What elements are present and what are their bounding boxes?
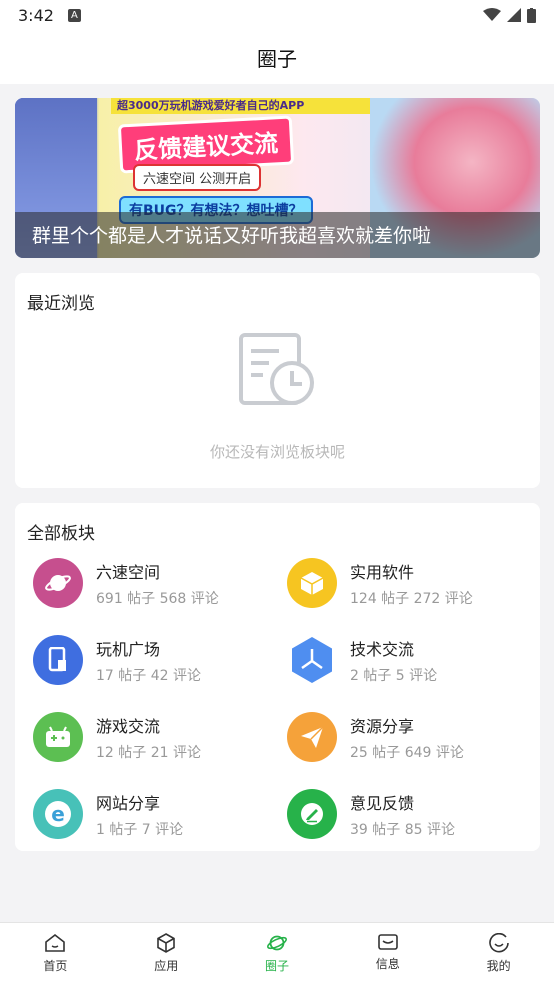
- status-time: 3:42: [18, 5, 54, 25]
- mail-icon: [377, 934, 398, 950]
- tab-home[interactable]: 首页: [0, 923, 111, 984]
- tab-label: 圈子: [264, 959, 289, 973]
- banner[interactable]: 超3000万玩机游戏爱好者自己的APP 反馈建议交流 六速空间 公测开启 有BU…: [15, 98, 540, 258]
- feedback-icon: [287, 789, 337, 839]
- tab-label: 我的: [486, 959, 511, 973]
- empty-history-icon: [239, 333, 314, 405]
- tab-mine[interactable]: 我的: [443, 923, 554, 984]
- board-meta: 25 帖子 649 评论: [350, 745, 464, 761]
- tab-circle[interactable]: 圈子: [222, 923, 333, 984]
- tab-label: 应用: [154, 959, 179, 973]
- all-boards-card: 全部板块 六速空间 691 帖子 568 评论 实用软件 124 帖子 272 …: [15, 503, 540, 851]
- board-item[interactable]: 资源分享 25 帖子 649 评论: [282, 710, 522, 770]
- planet-icon: [267, 935, 287, 951]
- board-meta: 39 帖子 85 评论: [350, 822, 455, 838]
- bottom-tab-bar: 首页 应用 圈子 信息 我的: [0, 922, 554, 984]
- wifi-icon: [483, 8, 501, 21]
- planet-icon: [33, 558, 83, 608]
- tab-messages[interactable]: 信息: [332, 923, 443, 984]
- banner-pill: 六速空间 公测开启: [133, 164, 262, 191]
- board-meta: 691 帖子 568 评论: [96, 591, 219, 607]
- home-icon: [45, 933, 66, 952]
- board-name: 资源分享: [350, 717, 415, 736]
- board-name: 六速空间: [96, 563, 161, 582]
- board-item[interactable]: e 网站分享 1 帖子 7 评论: [28, 787, 268, 847]
- board-meta: 2 帖子 5 评论: [350, 668, 438, 684]
- board-name: 实用软件: [350, 563, 415, 582]
- board-item[interactable]: 技术交流 2 帖子 5 评论: [282, 633, 522, 693]
- battery-icon: [527, 7, 536, 23]
- tab-apps[interactable]: 应用: [111, 923, 222, 984]
- board-meta: 17 帖子 42 评论: [96, 668, 201, 684]
- board-name: 网站分享: [96, 794, 161, 813]
- browser-icon: e: [33, 789, 83, 839]
- board-item[interactable]: 六速空间 691 帖子 568 评论: [28, 556, 268, 616]
- board-item[interactable]: 玩机广场 17 帖子 42 评论: [28, 633, 268, 693]
- smile-icon: [488, 933, 509, 953]
- board-name: 技术交流: [350, 640, 415, 659]
- recent-title: 最近浏览: [27, 294, 95, 314]
- hexagon-icon: [287, 635, 337, 685]
- board-meta: 12 帖子 21 评论: [96, 745, 201, 761]
- signal-icon: [507, 8, 521, 22]
- board-name: 意见反馈: [350, 794, 415, 813]
- svg-text:e: e: [51, 802, 65, 826]
- board-name: 玩机广场: [96, 640, 161, 659]
- board-meta: 124 帖子 272 评论: [350, 591, 473, 607]
- banner-topline: 超3000万玩机游戏爱好者自己的APP: [111, 98, 401, 114]
- gamepad-icon: [33, 712, 83, 762]
- status-bar: 3:42 A: [0, 0, 554, 30]
- cube-icon: [157, 933, 175, 953]
- phone-icon: [33, 635, 83, 685]
- all-boards-title: 全部板块: [27, 524, 95, 544]
- tab-label: 信息: [375, 957, 400, 971]
- board-meta: 1 帖子 7 评论: [96, 822, 184, 838]
- notification-badge: A: [67, 8, 81, 22]
- box-icon: [287, 558, 337, 608]
- paper-plane-icon: [287, 712, 337, 762]
- board-item[interactable]: 意见反馈 39 帖子 85 评论: [282, 787, 522, 847]
- tab-label: 首页: [43, 959, 68, 973]
- status-icons: [483, 7, 536, 23]
- banner-caption: 群里个个都是人才说话又好听我超喜欢就差你啦: [32, 225, 432, 247]
- board-item[interactable]: 游戏交流 12 帖子 21 评论: [28, 710, 268, 770]
- page-title: 圈子: [0, 30, 554, 84]
- recent-card: 最近浏览 你还没有浏览板块呢: [15, 273, 540, 488]
- board-item[interactable]: 实用软件 124 帖子 272 评论: [282, 556, 522, 616]
- board-name: 游戏交流: [96, 717, 161, 736]
- empty-text: 你还没有浏览板块呢: [209, 443, 345, 461]
